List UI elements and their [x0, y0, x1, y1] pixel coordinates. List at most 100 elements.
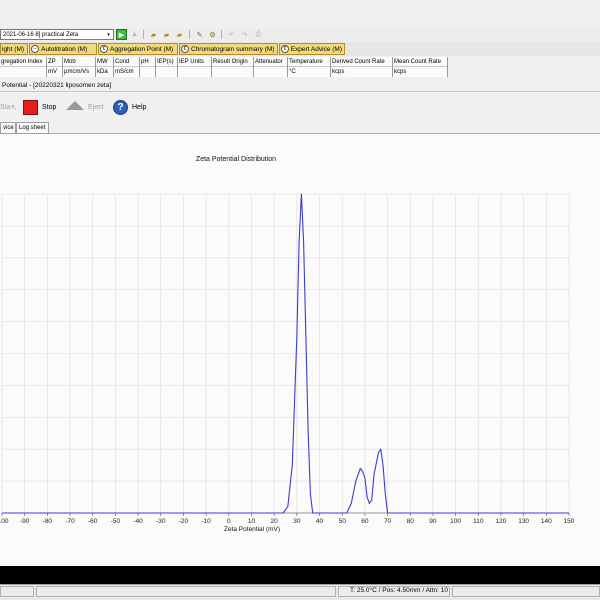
toolbar-separator — [189, 30, 190, 39]
x-tick-label: -70 — [65, 518, 75, 525]
undo-icon[interactable]: ↶ — [226, 29, 237, 40]
tab-expert-advice[interactable]: € Expert Advice (M) — [279, 43, 345, 55]
column-unit — [212, 67, 253, 77]
x-tick-label: 60 — [361, 518, 369, 525]
tab-label: Autotitration (M) — [41, 45, 88, 53]
minus-icon[interactable]: – — [31, 45, 39, 53]
tab-label: ight (M) — [2, 45, 25, 53]
tab-log-sheet[interactable]: Log sheet — [16, 122, 49, 134]
start-label: Sta — [0, 103, 11, 111]
tab-aggregation-point[interactable]: € Aggregation Point (M) — [98, 43, 178, 55]
x-tick-label: 50 — [339, 518, 347, 525]
file-select[interactable]: 2021-06-16 8] practical Zeta ▾ — [0, 29, 114, 40]
column-header[interactable]: Attenuator — [254, 57, 288, 77]
tab-autotitration[interactable]: – Autotitration (M) — [29, 43, 97, 55]
column-header[interactable]: ZP mV — [47, 57, 63, 77]
x-tick-label: 110 — [473, 518, 484, 525]
tab-light[interactable]: ight (M) — [0, 43, 28, 55]
folder-open-icon[interactable]: ▰ — [148, 29, 159, 40]
expand-icon[interactable]: € — [100, 45, 108, 53]
toolbar-separator — [221, 30, 222, 39]
x-tick-label: 80 — [407, 518, 415, 525]
column-header[interactable]: pH — [140, 57, 156, 77]
x-tick-label: -90 — [20, 518, 30, 525]
column-title: Cond — [114, 57, 139, 67]
x-tick-label: -40 — [133, 518, 143, 525]
column-header[interactable]: IEP(s) — [156, 57, 178, 77]
x-tick-label: -30 — [156, 518, 166, 525]
up-arrow-icon[interactable]: ▲ — [129, 29, 140, 40]
tab-label: Aggregation Point (M) — [110, 45, 174, 53]
view-tabs: vice Log sheet — [0, 122, 600, 134]
folder-save-icon[interactable]: ▰ — [161, 29, 172, 40]
x-tick-label: 150 — [564, 518, 575, 525]
column-title: Mob — [63, 57, 95, 67]
column-unit: mV — [48, 69, 57, 75]
help-button[interactable]: ? Help — [113, 97, 146, 117]
column-header[interactable]: Derived Count Rate kcps — [331, 57, 393, 77]
redo-icon[interactable]: ↷ — [239, 29, 250, 40]
eject-icon — [66, 101, 84, 110]
expand-icon[interactable]: € — [181, 45, 189, 53]
column-unit — [254, 67, 287, 77]
column-header[interactable]: gregation Index — [0, 57, 47, 77]
column-title: ZP — [47, 57, 62, 67]
status-segment — [452, 586, 600, 597]
column-unit: kcps — [394, 69, 407, 75]
column-unit — [156, 67, 177, 77]
column-title: pH — [140, 57, 155, 67]
chevron-down-icon[interactable]: ▾ — [105, 31, 112, 38]
column-unit — [178, 67, 211, 77]
x-tick-label: 120 — [496, 518, 507, 525]
column-title: Derived Count Rate — [331, 57, 392, 67]
results-column-headers: gregation Index ZP mV Mob µmcm/Vs MW kDa… — [0, 57, 448, 77]
tab-label: Expert Advice (M) — [290, 45, 342, 53]
column-title: Temperature — [288, 57, 330, 67]
play-icon[interactable]: ▶ — [116, 29, 127, 40]
x-axis-label: Zeta Potential (mV) — [224, 526, 280, 533]
start-button[interactable]: Sta ↖ — [0, 97, 17, 117]
expand-icon[interactable]: € — [281, 45, 289, 53]
x-tick-label: -80 — [43, 518, 53, 525]
tab-device[interactable]: vice — [0, 122, 16, 134]
x-tick-label: -100 — [0, 518, 9, 525]
x-tick-label: 30 — [293, 518, 301, 525]
eject-button[interactable]: Eject — [66, 97, 104, 117]
stop-button[interactable]: Stop — [23, 97, 56, 117]
status-text: T: 25.0°C / Pos: 4.50mm / Attn: 10 — [350, 587, 448, 594]
folder-icon[interactable]: ▰ — [174, 29, 185, 40]
stop-label: Stop — [42, 103, 57, 111]
help-label: Help — [132, 103, 147, 111]
measure-icon[interactable]: ✎ — [194, 29, 205, 40]
eject-label: Eject — [88, 103, 104, 111]
zeta-distribution-chart: -100-90-80-70-60-50-40-30-20-10010203040… — [0, 134, 600, 566]
column-header[interactable]: Result Origin — [212, 57, 254, 77]
toolbar-separator — [143, 30, 144, 39]
column-title: IEP(s) — [156, 57, 177, 67]
x-tick-label: -20 — [179, 518, 189, 525]
settings-icon[interactable]: ⚙ — [207, 29, 218, 40]
column-header[interactable]: MW kDa — [96, 57, 114, 77]
column-title: Result Origin — [212, 57, 253, 67]
x-tick-label: -60 — [88, 518, 98, 525]
status-segment — [0, 586, 34, 597]
column-header[interactable]: IEP Units — [178, 57, 212, 77]
column-title: Attenuator — [254, 57, 287, 67]
print-icon[interactable]: ⎙ — [253, 29, 264, 40]
column-unit: µmcm/Vs — [64, 69, 90, 75]
column-title: MW — [96, 57, 113, 67]
stop-icon — [23, 99, 38, 115]
column-unit: kcps — [332, 69, 345, 75]
column-header[interactable]: Temperature °C — [288, 57, 331, 77]
column-header[interactable]: Mean Count Rate kcps — [393, 57, 448, 77]
column-header[interactable]: Mob µmcm/Vs — [63, 57, 96, 77]
status-segment — [36, 586, 336, 597]
x-tick-label: 90 — [429, 518, 437, 525]
tab-label: Chromatogram summary (M) — [191, 45, 275, 53]
column-header[interactable]: Cond mS/cm — [114, 57, 140, 77]
x-tick-label: 20 — [271, 518, 279, 525]
column-unit — [140, 67, 155, 77]
tab-chromatogram-summary[interactable]: € Chromatogram summary (M) — [179, 43, 278, 55]
x-tick-label: 130 — [518, 518, 529, 525]
cursor-icon: ↖ — [10, 102, 18, 112]
